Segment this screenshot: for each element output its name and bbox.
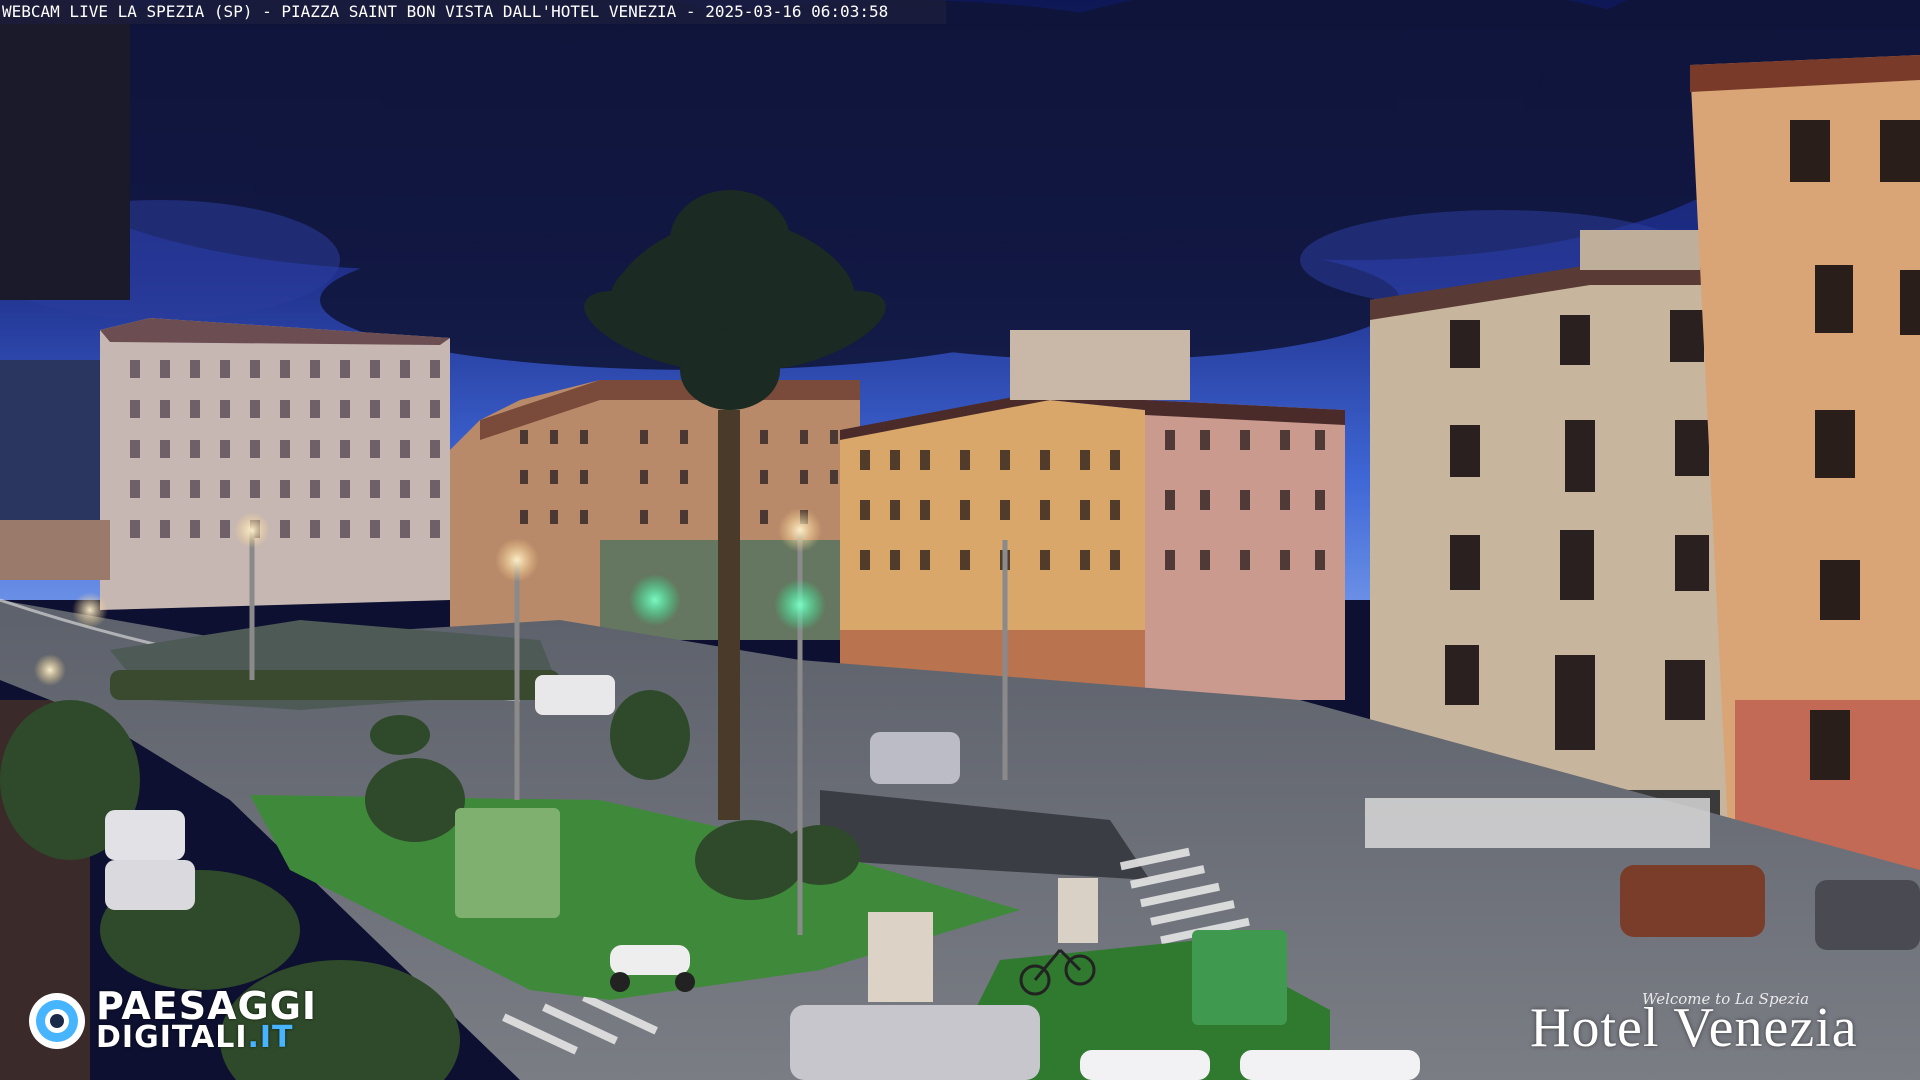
logo-word-digitali: DIGITALI.IT: [96, 1022, 294, 1054]
webcam-scene: [0, 0, 1920, 1080]
building-left-large: [100, 318, 450, 610]
webcam-caption: WEBCAM LIVE LA SPEZIA (SP) - PIAZZA SAIN…: [0, 0, 946, 24]
logo-it-suffix: .IT: [247, 1020, 294, 1055]
camera-lens-icon: [29, 993, 85, 1049]
building-far-right: [1690, 55, 1920, 870]
hotel-name: Hotel Venezia: [1530, 997, 1858, 1059]
building-pink: [1145, 400, 1345, 700]
fence-right: [1365, 798, 1710, 848]
hotel-venezia-logo: Welcome to La Spezia Hotel Venezia: [1530, 984, 1900, 1064]
logo-digitali-text: DIGITALI: [96, 1020, 248, 1055]
paesaggi-digitali-logo: PAESAGGI DIGITALI.IT: [26, 986, 336, 1056]
